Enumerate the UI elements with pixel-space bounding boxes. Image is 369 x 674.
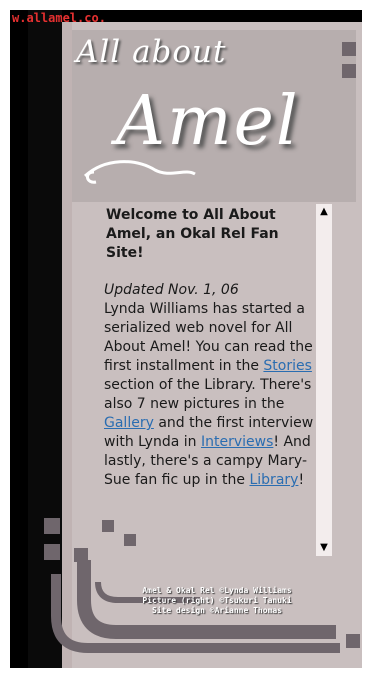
news-text: section of the Library. There's also 7 n… — [104, 377, 312, 412]
news-block: Updated Nov. 1, 06 Lynda Williams has st… — [104, 281, 316, 490]
left-dark-strip — [28, 10, 62, 668]
deco-square — [44, 518, 60, 534]
swirl-icon — [83, 160, 196, 184]
site-logo: All about Amel — [72, 30, 356, 202]
news-text: ! — [298, 472, 305, 488]
library-link[interactable]: Library — [249, 472, 298, 488]
stories-link[interactable]: Stories — [263, 358, 312, 374]
credit-line: Amel & Okal Rel ©Lynda Williams — [142, 586, 292, 595]
deco-square — [346, 634, 360, 648]
updated-date: Updated Nov. 1, 06 — [104, 282, 239, 298]
credits-footer: Amel & Okal Rel ©Lynda Williams Picture … — [112, 586, 322, 616]
credit-line: Site design ©Arianne Thomas — [151, 606, 283, 615]
left-bar — [62, 22, 72, 668]
url-watermark: w.allamel.co. — [12, 11, 106, 25]
deco-square — [74, 548, 88, 562]
scroll-up-button[interactable]: ▲ — [316, 204, 332, 220]
deco-square — [342, 64, 356, 78]
deco-square — [342, 42, 356, 56]
scroll-down-button[interactable]: ▼ — [316, 540, 332, 556]
credit-line: Picture (right) ©Tsukuri Tanuki — [142, 596, 292, 605]
logo-title-small: All about — [76, 34, 227, 70]
welcome-heading: Welcome to All About Amel, an Okal Rel F… — [106, 207, 279, 261]
content-scrollbar[interactable]: ▲ ▼ — [316, 204, 332, 556]
gallery-link[interactable]: Gallery — [104, 415, 154, 431]
welcome-content: Welcome to All About Amel, an Okal Rel F… — [104, 204, 316, 556]
deco-square — [44, 544, 60, 560]
interviews-link[interactable]: Interviews — [201, 434, 273, 450]
